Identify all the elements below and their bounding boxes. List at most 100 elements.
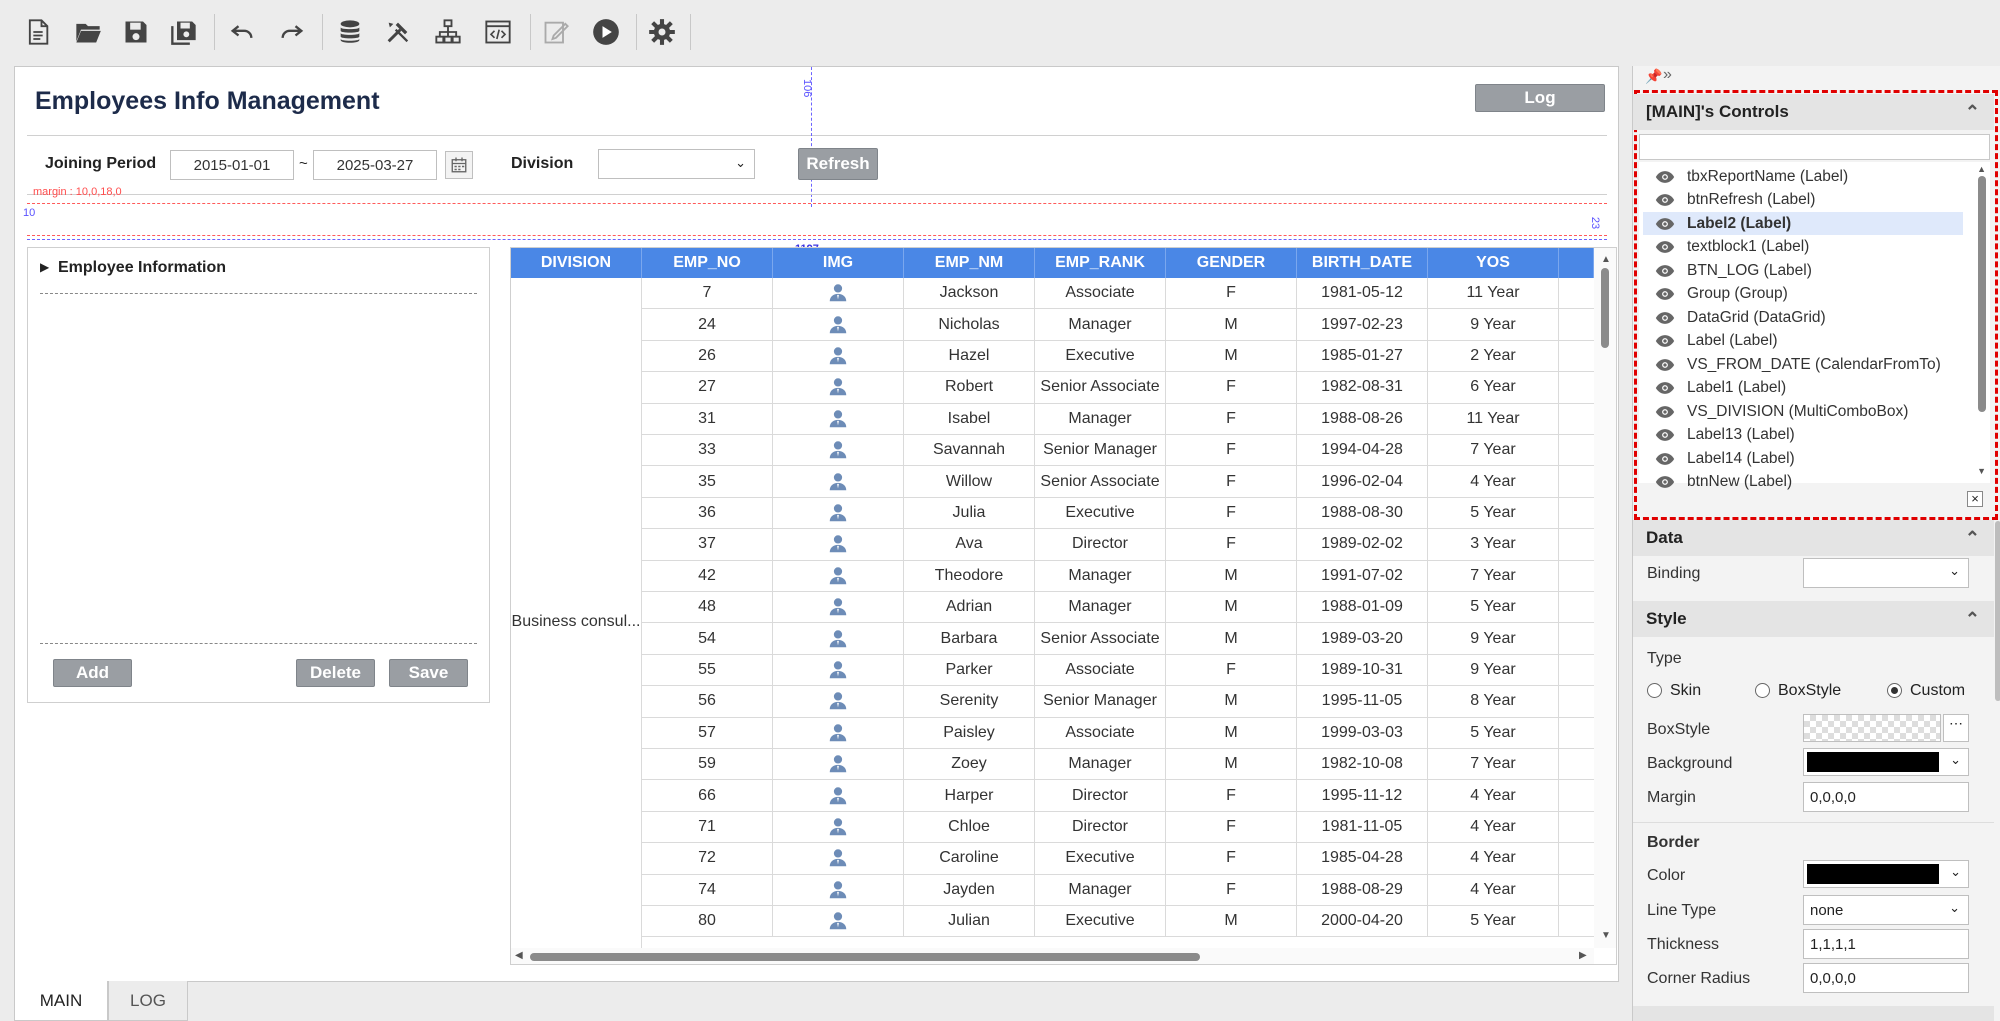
- table-row[interactable]: 54 Barbara Senior Associate M 1989-03-20 9 Ye…: [642, 623, 1594, 655]
- control-list-item[interactable]: Label13 (Label): [1655, 424, 1975, 447]
- cell-rank[interactable]: Executive: [1035, 843, 1166, 874]
- cell-emp_no[interactable]: 57: [642, 717, 773, 748]
- control-list-item[interactable]: VS_FROM_DATE (CalendarFromTo): [1655, 353, 1975, 376]
- collapse-icon[interactable]: ⌃: [1965, 609, 1980, 630]
- cell-yos[interactable]: 5 Year: [1428, 497, 1559, 529]
- cell-name[interactable]: Barbara: [904, 623, 1035, 654]
- cell-birth[interactable]: 1988-08-30: [1297, 497, 1428, 529]
- person-icon[interactable]: [773, 654, 904, 686]
- cell-emp_no[interactable]: 59: [642, 749, 773, 780]
- new-file-icon[interactable]: [18, 12, 58, 52]
- cell-name[interactable]: Julian: [904, 906, 1035, 937]
- cell-yos[interactable]: 3 Year: [1428, 529, 1559, 560]
- cell-gender[interactable]: F: [1166, 435, 1297, 466]
- cell-gender[interactable]: F: [1166, 278, 1297, 309]
- employee-datagrid[interactable]: DIVISION EMP_NO IMG EMP_NM EMP_RANK GENDER BIR…: [510, 247, 1617, 965]
- list-scroll-thumb[interactable]: [1978, 176, 1986, 412]
- cell-rank[interactable]: Senior Associate: [1035, 372, 1166, 403]
- cell-gender[interactable]: F: [1166, 654, 1297, 686]
- person-icon[interactable]: [773, 340, 904, 372]
- panel-scrollbar[interactable]: [1995, 521, 2000, 701]
- table-row[interactable]: 72 Caroline Executive F 1985-04-28 4 Year: [642, 843, 1594, 875]
- page-title[interactable]: Employees Info Management: [35, 87, 380, 116]
- controls-section-header[interactable]: [MAIN]'s Controls ⌃: [1633, 94, 1994, 130]
- cell-rank[interactable]: Senior Manager: [1035, 686, 1166, 717]
- redo-icon[interactable]: [272, 12, 312, 52]
- table-row[interactable]: 71 Chloe Director F 1981-11-05 4 Year: [642, 811, 1594, 844]
- division-select[interactable]: ⌄: [598, 149, 755, 179]
- cell-rank[interactable]: Executive: [1035, 497, 1166, 529]
- cell-emp_no[interactable]: 35: [642, 466, 773, 497]
- cell-name[interactable]: Caroline: [904, 843, 1035, 874]
- control-list-item[interactable]: Label1 (Label): [1655, 377, 1975, 400]
- cell-gender[interactable]: M: [1166, 340, 1297, 372]
- background-color-picker[interactable]: ⌄: [1803, 748, 1969, 776]
- save-all-icon[interactable]: [164, 12, 204, 52]
- eye-icon[interactable]: [1655, 475, 1675, 489]
- cell-yos[interactable]: 8 Year: [1428, 686, 1559, 717]
- list-scroll-down-icon[interactable]: ▼: [1977, 466, 1986, 476]
- line-type-select[interactable]: none ⌄: [1803, 895, 1969, 925]
- cell-yos[interactable]: 4 Year: [1428, 874, 1559, 905]
- cell-yos[interactable]: 9 Year: [1428, 309, 1559, 340]
- cell-yos[interactable]: 9 Year: [1428, 623, 1559, 654]
- cell-name[interactable]: Jackson: [904, 278, 1035, 309]
- cell-yos[interactable]: 5 Year: [1428, 717, 1559, 748]
- column-header[interactable]: EMP_NO: [642, 248, 773, 278]
- cell-birth[interactable]: 1995-11-05: [1297, 686, 1428, 717]
- person-icon[interactable]: [773, 623, 904, 654]
- cell-birth[interactable]: 1988-01-09: [1297, 592, 1428, 623]
- close-icon[interactable]: ×: [1967, 491, 1983, 507]
- cell-birth[interactable]: 2000-04-20: [1297, 906, 1428, 937]
- control-list-item[interactable]: DataGrid (DataGrid): [1655, 306, 1975, 329]
- cell-name[interactable]: Robert: [904, 372, 1035, 403]
- cell-rank[interactable]: Director: [1035, 811, 1166, 843]
- cell-gender[interactable]: M: [1166, 686, 1297, 717]
- cell-yos[interactable]: 7 Year: [1428, 749, 1559, 780]
- cell-emp_no[interactable]: 42: [642, 560, 773, 591]
- person-icon[interactable]: [773, 403, 904, 434]
- cell-emp_no[interactable]: 7: [642, 278, 773, 309]
- person-icon[interactable]: [773, 811, 904, 843]
- control-list-item[interactable]: Label2 (Label): [1643, 212, 1963, 235]
- person-icon[interactable]: [773, 497, 904, 529]
- cell-birth[interactable]: 1988-08-29: [1297, 874, 1428, 905]
- style-section-header[interactable]: Style ⌃: [1633, 601, 1994, 637]
- type-radio-skin[interactable]: Skin: [1647, 682, 1701, 700]
- list-scroll-up-icon[interactable]: ▲: [1977, 164, 1986, 174]
- column-header[interactable]: EMP_NM: [904, 248, 1035, 278]
- from-date-input[interactable]: 2015-01-01: [170, 150, 294, 180]
- scroll-up-icon[interactable]: ▲: [1601, 254, 1611, 265]
- control-list-item[interactable]: BTN_LOG (Label): [1655, 259, 1975, 282]
- cell-name[interactable]: Serenity: [904, 686, 1035, 717]
- eye-icon[interactable]: [1655, 358, 1675, 372]
- corner-radius-input[interactable]: 0,0,0,0: [1803, 963, 1969, 993]
- table-row[interactable]: 7 Jackson Associate F 1981-05-12 11 Year: [642, 278, 1594, 310]
- person-icon[interactable]: [773, 372, 904, 403]
- cell-emp_no[interactable]: 26: [642, 340, 773, 372]
- person-icon[interactable]: [773, 309, 904, 340]
- scroll-left-icon[interactable]: ◀: [515, 950, 523, 961]
- table-row[interactable]: 66 Harper Director F 1995-11-12 4 Year: [642, 780, 1594, 812]
- eye-icon[interactable]: [1655, 287, 1675, 301]
- add-button[interactable]: Add: [53, 659, 132, 687]
- cell-name[interactable]: Chloe: [904, 811, 1035, 843]
- cell-yos[interactable]: 4 Year: [1428, 780, 1559, 811]
- cell-emp_no[interactable]: 31: [642, 403, 773, 434]
- more-icon[interactable]: ⋯: [1943, 714, 1969, 742]
- cell-name[interactable]: Harper: [904, 780, 1035, 811]
- cell-birth[interactable]: 1989-02-02: [1297, 529, 1428, 560]
- cell-birth[interactable]: 1991-07-02: [1297, 560, 1428, 591]
- cell-rank[interactable]: Director: [1035, 780, 1166, 811]
- cell-yos[interactable]: 9 Year: [1428, 654, 1559, 686]
- cell-birth[interactable]: 1997-02-23: [1297, 309, 1428, 340]
- cell-gender[interactable]: M: [1166, 309, 1297, 340]
- column-header[interactable]: DIVISION: [511, 248, 642, 278]
- table-row[interactable]: 42 Theodore Manager M 1991-07-02 7 Year: [642, 560, 1594, 592]
- person-icon[interactable]: [773, 686, 904, 717]
- cell-birth[interactable]: 1995-11-12: [1297, 780, 1428, 811]
- column-header[interactable]: IMG: [773, 248, 904, 278]
- controls-search-input[interactable]: [1639, 134, 1990, 160]
- eye-icon[interactable]: [1655, 240, 1675, 254]
- cell-name[interactable]: Isabel: [904, 403, 1035, 434]
